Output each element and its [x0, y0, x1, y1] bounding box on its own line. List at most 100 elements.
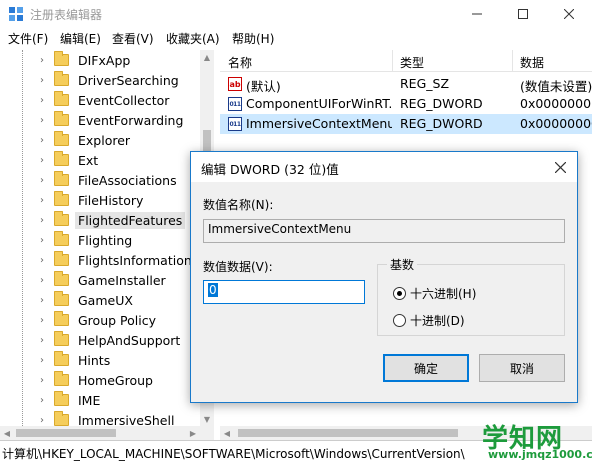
- tree-item[interactable]: › HomeGroup: [36, 370, 156, 390]
- ok-button[interactable]: 确定: [383, 354, 469, 382]
- chevron-right-icon[interactable]: ›: [36, 134, 48, 146]
- tree-item-label: HelpAndSupport: [78, 332, 181, 348]
- scroll-up-icon[interactable]: ▲: [200, 50, 214, 64]
- folder-icon: [54, 371, 69, 386]
- chevron-right-icon[interactable]: ›: [36, 174, 48, 186]
- tree-item[interactable]: › DIFxApp: [36, 50, 133, 70]
- tree-item[interactable]: › EventForwarding: [36, 110, 186, 130]
- value-type-cell: REG_DWORD: [400, 116, 483, 131]
- column-divider[interactable]: [512, 50, 513, 72]
- radio-hex[interactable]: 十六进制(H): [393, 285, 476, 302]
- radio-hex-dot[interactable]: [393, 287, 406, 300]
- chevron-right-icon[interactable]: ›: [36, 294, 48, 306]
- chevron-right-icon[interactable]: ›: [36, 354, 48, 366]
- menu-file[interactable]: 文件(F): [8, 30, 48, 47]
- close-icon: [554, 161, 566, 173]
- tree-item[interactable]: › ImmersiveShell: [36, 410, 177, 426]
- folder-icon: [54, 251, 69, 266]
- column-header-type[interactable]: 类型: [400, 54, 424, 71]
- menu-help[interactable]: 帮助(H): [232, 30, 274, 47]
- menu-favorites[interactable]: 收藏夹(A): [166, 30, 220, 47]
- chevron-right-icon[interactable]: ›: [36, 374, 48, 386]
- column-divider[interactable]: [392, 50, 393, 72]
- folder-icon: [54, 271, 69, 286]
- tree-item[interactable]: › FlightedFeatures: [36, 210, 186, 230]
- tree-item-label: Flighting: [78, 232, 133, 248]
- column-header-name[interactable]: 名称: [228, 54, 252, 71]
- tree-item-label: FlightedFeatures: [75, 211, 186, 229]
- minimize-button[interactable]: [454, 0, 500, 28]
- chevron-right-icon[interactable]: ›: [36, 214, 48, 226]
- table-row[interactable]: 011 ImmersiveContextMenu REG_DWORD 0x000000…: [220, 114, 592, 134]
- chevron-right-icon[interactable]: ›: [36, 254, 48, 266]
- scroll-left-icon[interactable]: ◀: [220, 426, 234, 440]
- tree-item[interactable]: › Flighting: [36, 230, 135, 250]
- tree-item-label: GameUX: [78, 292, 133, 308]
- tree-item-label: Explorer: [78, 132, 131, 148]
- base-group-title: 基数: [387, 256, 418, 273]
- chevron-right-icon[interactable]: ›: [36, 194, 48, 206]
- chevron-right-icon[interactable]: ›: [36, 234, 48, 246]
- tree-item-label: DIFxApp: [78, 52, 131, 68]
- table-row[interactable]: ab (默认) REG_SZ (数值未设置): [220, 74, 592, 94]
- tree-item[interactable]: › EventCollector: [36, 90, 172, 110]
- folder-icon: [54, 211, 69, 226]
- scroll-right-icon[interactable]: ▶: [186, 426, 200, 440]
- close-icon: [564, 9, 574, 19]
- chevron-right-icon[interactable]: ›: [36, 334, 48, 346]
- chevron-right-icon[interactable]: ›: [36, 54, 48, 66]
- tree-item[interactable]: › FileAssociations: [36, 170, 180, 190]
- tree-item[interactable]: › Ext: [36, 150, 101, 170]
- folder-icon: [54, 291, 69, 306]
- chevron-right-icon[interactable]: ›: [36, 74, 48, 86]
- tree-item[interactable]: › HelpAndSupport: [36, 330, 183, 350]
- radio-decimal[interactable]: 十进制(D): [393, 312, 465, 329]
- tree-horizontal-scrollbar[interactable]: ◀ ▶: [0, 426, 214, 440]
- tree-item[interactable]: › FileHistory: [36, 190, 146, 210]
- column-header-data[interactable]: 数据: [520, 54, 544, 71]
- table-row[interactable]: 011 ComponentUIForWinRT... REG_DWORD 0x0000…: [220, 94, 592, 114]
- value-name-cell: ImmersiveContextMenu: [246, 116, 392, 131]
- tree-item[interactable]: › Hints: [36, 350, 113, 370]
- tree-item[interactable]: › GameInstaller: [36, 270, 169, 290]
- scroll-thumb[interactable]: [16, 429, 116, 437]
- folder-icon: [54, 111, 69, 126]
- radio-decimal-dot[interactable]: [393, 314, 406, 327]
- dialog-close-button[interactable]: [543, 152, 577, 182]
- minimize-icon: [472, 13, 482, 15]
- cancel-button[interactable]: 取消: [479, 354, 565, 382]
- folder-icon: [54, 331, 69, 346]
- chevron-right-icon[interactable]: ›: [36, 94, 48, 106]
- binary-value-icon: 011: [228, 117, 242, 131]
- chevron-right-icon[interactable]: ›: [36, 414, 48, 426]
- chevron-right-icon[interactable]: ›: [36, 314, 48, 326]
- chevron-right-icon[interactable]: ›: [36, 114, 48, 126]
- value-data-input[interactable]: 0: [203, 280, 365, 304]
- menu-view[interactable]: 查看(V): [112, 30, 154, 47]
- radio-hex-label: 十六进制(H): [410, 287, 477, 301]
- scroll-thumb[interactable]: [238, 429, 458, 437]
- tree-item[interactable]: › DriverSearching: [36, 70, 182, 90]
- chevron-right-icon[interactable]: ›: [36, 274, 48, 286]
- tree-pane: › DIFxApp › DriverSearching › EventCollector ›…: [0, 50, 214, 426]
- tree-item[interactable]: › IME: [36, 390, 103, 410]
- maximize-button[interactable]: [500, 0, 546, 28]
- watermark-url: www.jmqz1000.com: [488, 448, 592, 461]
- chevron-right-icon[interactable]: ›: [36, 394, 48, 406]
- scroll-down-icon[interactable]: ▼: [200, 412, 214, 426]
- tree-guide-line: [22, 50, 23, 426]
- menu-bar: 文件(F) 编辑(E) 查看(V) 收藏夹(A) 帮助(H): [0, 28, 592, 48]
- tree-item[interactable]: › Explorer: [36, 130, 133, 150]
- value-name-field[interactable]: ImmersiveContextMenu: [203, 219, 565, 243]
- value-type-cell: REG_DWORD: [400, 96, 483, 111]
- tree-item[interactable]: › GameUX: [36, 290, 136, 310]
- value-data-label: 数值数据(V):: [203, 260, 273, 274]
- tree-item[interactable]: › Group Policy: [36, 310, 159, 330]
- tree-item-label: Hints: [78, 352, 111, 368]
- close-button[interactable]: [546, 0, 592, 28]
- registry-icon: [9, 7, 23, 21]
- scroll-left-icon[interactable]: ◀: [0, 426, 14, 440]
- menu-edit[interactable]: 编辑(E): [60, 30, 101, 47]
- chevron-right-icon[interactable]: ›: [36, 154, 48, 166]
- tree-item[interactable]: › FlightsInformation: [36, 250, 195, 270]
